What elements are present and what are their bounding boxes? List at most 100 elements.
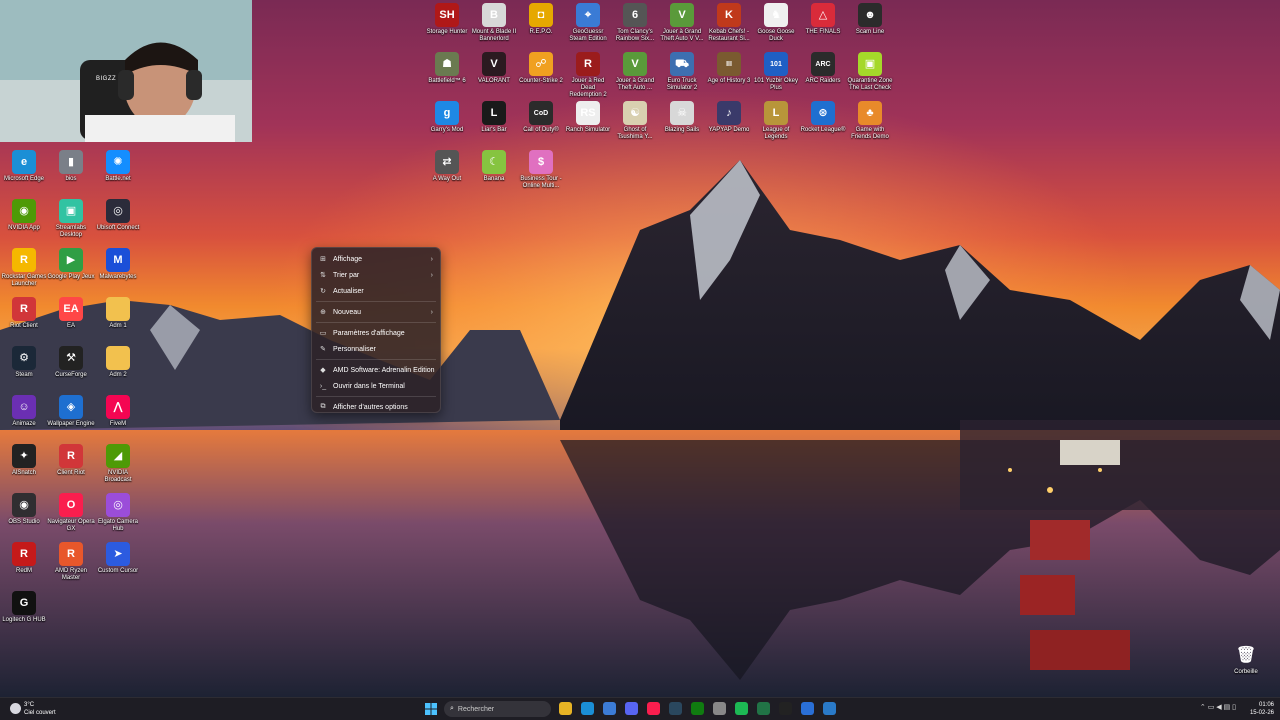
- desktop-icon[interactable]: 101 101 Yuzbir Okey Plus: [752, 52, 800, 92]
- system-tray[interactable]: ⌃ ▭ ◀ ▤ ▯: [1200, 703, 1236, 711]
- desktop-icon[interactable]: L League of Legends: [752, 101, 800, 141]
- desktop-icon[interactable]: ⚙ Steam: [0, 346, 48, 379]
- recycle-bin-icon[interactable]: 🗑 Corbeille: [1222, 643, 1270, 676]
- desktop-icon[interactable]: O Navigateur Opera GX: [47, 493, 95, 533]
- store-icon[interactable]: [603, 702, 616, 715]
- desktop-icon[interactable]: ARC ARC Raiders: [799, 52, 847, 85]
- excel-icon[interactable]: [757, 702, 770, 715]
- context-menu-item[interactable]: ›_ Ouvrir dans le Terminal: [312, 378, 440, 394]
- context-menu-item[interactable]: ✎ Personnaliser: [312, 341, 440, 357]
- desktop-icon[interactable]: V Jouer à Grand Theft Auto ...: [611, 52, 659, 92]
- opera-gx-taskbar-icon[interactable]: [647, 702, 660, 715]
- desktop-icon[interactable]: ▣ Streamlabs Desktop: [47, 199, 95, 239]
- desktop-icon[interactable]: ⇄ A Way Out: [423, 150, 471, 183]
- desktop-icon[interactable]: R Jouer à Red Dead Redemption 2: [564, 52, 612, 99]
- desktop-icon[interactable]: ⊛ Rocket League®: [799, 101, 847, 134]
- desktop-icon[interactable]: ✦ AlSnatch: [0, 444, 48, 477]
- context-menu-item[interactable]: ⇅ Trier par ›: [312, 267, 440, 283]
- desktop-icon[interactable]: $ Business Tour - Online Multi...: [517, 150, 565, 190]
- desktop-icon-label: Elgato Camera Hub: [97, 519, 139, 532]
- settings-icon[interactable]: [713, 702, 726, 715]
- desktop-icon[interactable]: R Rockstar Games Launcher: [0, 248, 48, 288]
- desktop-icon[interactable]: V VALORANT: [470, 52, 518, 85]
- logitech-icon: G: [12, 591, 36, 615]
- desktop-icon[interactable]: ⚒ CurseForge: [47, 346, 95, 379]
- desktop-icon[interactable]: G Logitech G HUB: [0, 591, 48, 624]
- spotify-icon[interactable]: [735, 702, 748, 715]
- desktop-icon[interactable]: ⛟ Euro Truck Simulator 2: [658, 52, 706, 92]
- desktop-icon[interactable]: ➤ Custom Cursor: [94, 542, 142, 575]
- desktop-icon[interactable]: V Jouer à Grand Theft Auto V V...: [658, 3, 706, 43]
- desktop-icon[interactable]: Adm 1: [94, 297, 142, 330]
- context-menu-item[interactable]: ▭ Paramètres d'affichage: [312, 325, 440, 341]
- desktop-icon[interactable]: ☺ Animaze: [0, 395, 48, 428]
- desktop-icon[interactable]: CoD Call of Duty®: [517, 101, 565, 134]
- desktop-icon[interactable]: ☠ Blazing Sails: [658, 101, 706, 134]
- animaze-icon: ☺: [12, 395, 36, 419]
- desktop-icon[interactable]: ◘ R.E.P.O.: [517, 3, 565, 36]
- desktop-icon[interactable]: ◢ NVIDIA Broadcast: [94, 444, 142, 484]
- desktop-icon-label: OBS Studio: [8, 519, 40, 525]
- nvidia-icon: ◉: [12, 199, 36, 223]
- chevron-right-icon: ›: [430, 255, 433, 263]
- desktop-icon[interactable]: ☯ Ghost of Tsushima Y...: [611, 101, 659, 141]
- desktop[interactable]: BIGZZ e Microsoft Edge ▮ bios ✺ Battle.net ◉ NV…: [0, 0, 1280, 697]
- steam-taskbar-icon[interactable]: [669, 702, 682, 715]
- context-menu-item[interactable]: ⊞ Affichage ›: [312, 251, 440, 267]
- desktop-icon[interactable]: ♪ YAPYAP Demo: [705, 101, 753, 134]
- desktop-icon[interactable]: R Riot Client: [0, 297, 48, 330]
- vscode-icon[interactable]: [823, 702, 836, 715]
- desktop-icon-label: Euro Truck Simulator 2: [666, 78, 698, 91]
- desktop-icon[interactable]: 6 Tom Clancy's Rainbow Six...: [611, 3, 659, 43]
- desktop-icon[interactable]: ▣ Quarantine Zone The Last Check: [846, 52, 894, 92]
- display-icon: ▭: [319, 330, 327, 337]
- desktop-icon[interactable]: ◉ OBS Studio: [0, 493, 48, 526]
- desktop-icon[interactable]: L Liar's Bar: [470, 101, 518, 134]
- capcut-icon[interactable]: [779, 702, 792, 715]
- desktop-icon[interactable]: ☗ Battlefield™ 6: [423, 52, 471, 85]
- terminal-icon: ›_: [319, 382, 327, 390]
- desktop-icon[interactable]: ✺ Battle.net: [94, 150, 142, 183]
- desktop-icon[interactable]: K Kebab Chefs! - Restaurant Si...: [705, 3, 753, 43]
- desktop-icon[interactable]: M Malwarebytes: [94, 248, 142, 281]
- desktop-icon-label: Call of Duty®: [523, 127, 559, 133]
- desktop-icon[interactable]: ▮ bios: [47, 150, 95, 183]
- context-menu-item[interactable]: ⧉ Afficher d'autres options: [312, 399, 440, 415]
- desktop-icon[interactable]: ☍ Counter-Strike 2: [517, 52, 565, 85]
- context-menu-item[interactable]: ⊕ Nouveau ›: [312, 304, 440, 320]
- desktop-icon[interactable]: R AMD Ryzen Master: [47, 542, 95, 582]
- desktop-icon[interactable]: B Mount & Blade II Bannerlord: [470, 3, 518, 43]
- desktop-icon[interactable]: R Client Riot: [47, 444, 95, 477]
- weather-widget[interactable]: 3°C Ciel couvert: [8, 701, 56, 717]
- desktop-icon[interactable]: ◎ Ubisoft Connect: [94, 199, 142, 232]
- xbox-icon[interactable]: [691, 702, 704, 715]
- windows-start-icon[interactable]: [425, 703, 437, 715]
- desktop-icon[interactable]: ♣ Game with Friends Demo: [846, 101, 894, 141]
- desktop-icon[interactable]: Adm 2: [94, 346, 142, 379]
- desktop-icon[interactable]: g Garry's Mod: [423, 101, 471, 134]
- desktop-icon[interactable]: ⋀ FiveM: [94, 395, 142, 428]
- desktop-icon[interactable]: ♞ Goose Goose Duck: [752, 3, 800, 43]
- desktop-icon[interactable]: ◈ Wallpaper Engine: [47, 395, 95, 428]
- file-explorer-icon[interactable]: [559, 702, 572, 715]
- edge-taskbar-icon[interactable]: [581, 702, 594, 715]
- desktop-icon[interactable]: e Microsoft Edge: [0, 150, 48, 183]
- desktop-icon[interactable]: R RedM: [0, 542, 48, 575]
- desktop-icon[interactable]: ☾ Banana: [470, 150, 518, 183]
- desktop-icon[interactable]: EA EA: [47, 297, 95, 330]
- desktop-icon[interactable]: ▶ Google Play Jeux: [47, 248, 95, 281]
- desktop-icon[interactable]: △ THE FINALS: [799, 3, 847, 36]
- discord-icon[interactable]: [625, 702, 638, 715]
- desktop-icon[interactable]: RS Ranch Simulator: [564, 101, 612, 134]
- desktop-icon[interactable]: ⌖ GeoGuessr Steam Edition: [564, 3, 612, 43]
- context-menu-item[interactable]: ◆ AMD Software: Adrenalin Edition: [312, 362, 440, 378]
- desktop-icon[interactable]: ◉ NVIDIA App: [0, 199, 48, 232]
- desktop-icon[interactable]: III Age of History 3: [705, 52, 753, 85]
- desktop-icon[interactable]: ◎ Elgato Camera Hub: [94, 493, 142, 533]
- desktop-icon[interactable]: ☻ Scam Line: [846, 3, 894, 36]
- clock[interactable]: 01:06 15-02-26: [1250, 701, 1274, 717]
- notes-icon[interactable]: [801, 702, 814, 715]
- desktop-icon[interactable]: SH Storage Hunter: [423, 3, 471, 36]
- taskbar-search[interactable]: ⌕ Rechercher: [444, 701, 551, 717]
- context-menu-item[interactable]: ↻ Actualiser: [312, 283, 440, 299]
